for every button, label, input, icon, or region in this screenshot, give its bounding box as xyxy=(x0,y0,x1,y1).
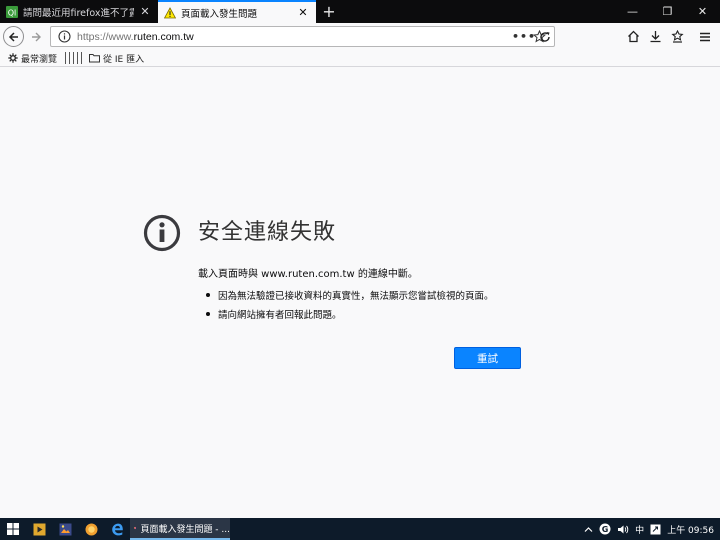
home-button[interactable] xyxy=(622,25,644,49)
url-host: ruten.com.tw xyxy=(133,30,194,43)
taskbar-media-app[interactable] xyxy=(26,518,52,540)
svg-text:G: G xyxy=(602,525,609,534)
error-details-list: 因為無法驗證已接收資料的真實性，無法顯示您嘗試檢視的頁面。 請向網站擁有者回報此… xyxy=(206,289,494,327)
taskbar-edge[interactable] xyxy=(104,518,130,540)
arrow-left-icon xyxy=(8,31,18,42)
hamburger-menu-icon xyxy=(700,32,710,41)
arrow-right-icon xyxy=(32,32,41,41)
image-editor-icon xyxy=(59,523,71,535)
windows-logo-icon xyxy=(7,523,19,535)
bullet-icon xyxy=(206,293,210,297)
svg-text:Ql: Ql xyxy=(8,8,17,17)
home-icon xyxy=(627,30,639,43)
error-title: 安全連線失敗 xyxy=(198,220,337,245)
info-icon[interactable] xyxy=(57,30,71,44)
taskbar-circle-app[interactable] xyxy=(78,518,104,540)
info-circle-icon xyxy=(143,214,181,252)
window-controls: — ❐ ✕ xyxy=(615,0,720,23)
reload-button[interactable] xyxy=(535,27,555,47)
maximize-button[interactable]: ❐ xyxy=(650,0,685,23)
firefox-icon xyxy=(134,526,137,530)
edge-browser-icon xyxy=(111,523,123,535)
page-actions-button[interactable]: ••• xyxy=(512,30,535,43)
library-button[interactable] xyxy=(666,25,688,49)
bookmark-label: 最常瀏覽 xyxy=(21,54,58,65)
tab-error-page[interactable]: 頁面載入發生問題 ✕ xyxy=(158,0,316,23)
ime-g-icon[interactable]: G xyxy=(599,523,611,535)
toolbar-right xyxy=(622,23,720,50)
list-item: 因為無法驗證已接收資料的真實性，無法顯示您嘗試檢視的頁面。 xyxy=(206,289,494,302)
back-button[interactable] xyxy=(3,26,24,47)
bookmark-label: 從 IE 匯入 xyxy=(103,54,145,65)
system-tray: G 中 上午 09:56 xyxy=(581,518,720,540)
tab-forum[interactable]: Ql 請問最近用firefox進不了露天拍 ✕ xyxy=(0,0,158,23)
taskbar-app-label: 頁面載入發生問題 - ... xyxy=(140,524,230,535)
tab-title: 請問最近用firefox進不了露天拍 xyxy=(23,7,134,19)
page-content: 安全連線失敗 載入頁面時與 www.ruten.com.tw 的連線中斷。 因為… xyxy=(0,67,720,518)
bookmarks-toolbar: 最常瀏覽 從 IE 匯入 xyxy=(0,50,720,67)
taskbar-firefox-window[interactable]: 頁面載入發生問題 - ... xyxy=(130,518,230,540)
list-item: 請向網站擁有者回報此問題。 xyxy=(206,308,494,321)
orange-circle-app-icon xyxy=(85,523,97,535)
menu-button[interactable] xyxy=(694,25,716,49)
tab-strip: Ql 請問最近用firefox進不了露天拍 ✕ 頁面載入發生問題 ✕ + — ❐… xyxy=(0,0,720,23)
retry-button[interactable]: 重試 xyxy=(454,347,521,369)
media-player-icon xyxy=(33,523,45,535)
taskbar: 頁面載入發生問題 - ... G 中 上午 09:56 xyxy=(0,518,720,540)
bookmark-separators xyxy=(65,52,85,64)
bookmark-most-visited[interactable]: 最常瀏覽 xyxy=(8,52,57,65)
ime-mode-label[interactable]: 中 xyxy=(635,523,644,536)
url-bar[interactable]: https://www.ruten.com.tw ••• xyxy=(50,26,555,47)
start-button[interactable] xyxy=(0,518,26,540)
volume-icon[interactable] xyxy=(617,524,629,535)
notification-icon[interactable] xyxy=(650,524,661,535)
error-description: 載入頁面時與 www.ruten.com.tw 的連線中斷。 xyxy=(198,269,418,280)
minimize-button[interactable]: — xyxy=(615,0,650,23)
tab-title: 頁面載入發生問題 xyxy=(181,8,258,20)
list-item-text: 因為無法驗證已接收資料的真實性，無法顯示您嘗試檢視的頁面。 xyxy=(218,291,494,302)
tab-close-icon[interactable]: ✕ xyxy=(296,6,310,19)
url-prefix: https://www. xyxy=(77,30,134,43)
site-favicon-icon: Ql xyxy=(6,5,18,18)
folder-icon xyxy=(89,54,101,63)
new-tab-button[interactable]: + xyxy=(316,0,342,23)
warning-icon xyxy=(164,6,176,19)
list-item-text: 請向網站擁有者回報此問題。 xyxy=(218,310,342,321)
downloads-button[interactable] xyxy=(644,25,666,49)
window-close-button[interactable]: ✕ xyxy=(685,0,720,23)
bookmark-ie-import[interactable]: 從 IE 匯入 xyxy=(89,52,144,65)
tab-close-icon[interactable]: ✕ xyxy=(138,5,152,18)
download-icon xyxy=(650,31,660,43)
navigation-bar: https://www.ruten.com.tw ••• xyxy=(0,23,720,50)
reload-icon xyxy=(540,32,550,42)
gear-icon xyxy=(8,53,18,63)
chevron-up-icon[interactable] xyxy=(584,525,593,534)
bookmark-list-icon xyxy=(670,30,684,43)
forward-button[interactable] xyxy=(24,25,48,49)
bullet-icon xyxy=(206,312,210,316)
url-text[interactable]: https://www.ruten.com.tw xyxy=(77,31,512,43)
clock[interactable]: 上午 09:56 xyxy=(667,523,714,536)
taskbar-image-app[interactable] xyxy=(52,518,78,540)
